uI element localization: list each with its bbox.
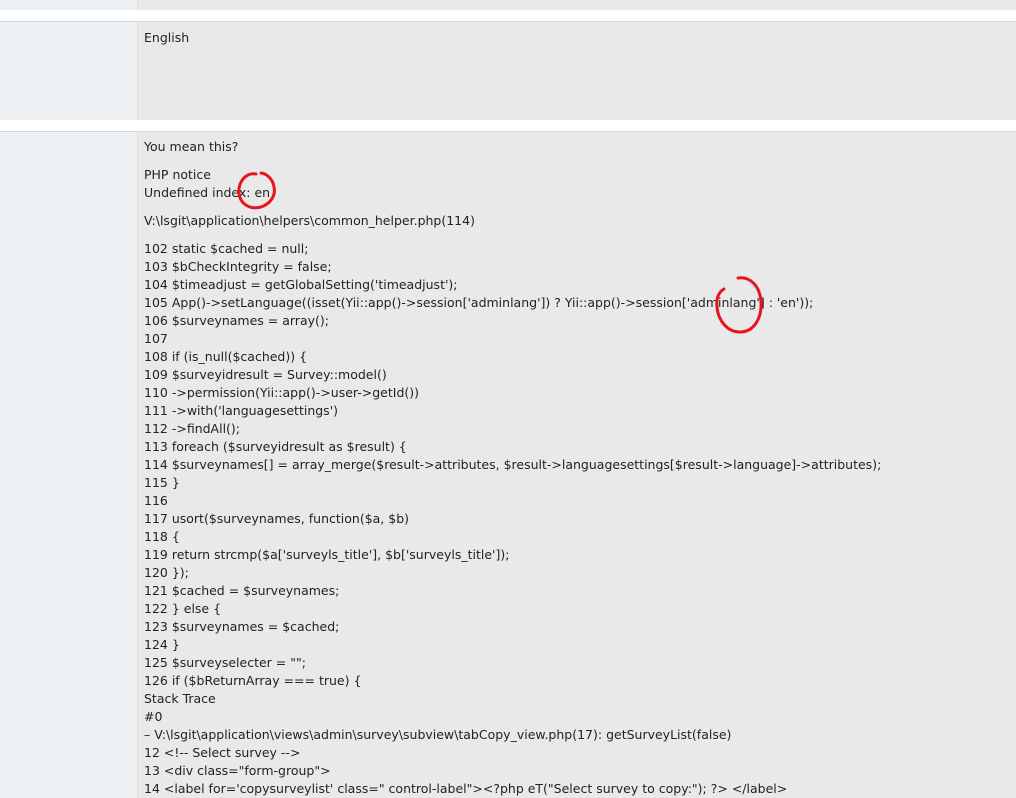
code-line: 105 App()->setLanguage((isset(Yii::app()… [144, 295, 814, 310]
code-line: 123 $surveynames = $cached; [144, 619, 340, 634]
language-post-row: English [0, 21, 1016, 120]
code-line: 108 if (is_null($cached)) { [144, 349, 308, 364]
reply-post-row: You mean this? PHP notice Undefined inde… [0, 131, 1016, 798]
previous-post-content-cell [138, 0, 1016, 10]
code-line: 112 ->findAll(); [144, 421, 241, 436]
code-line: 121 $cached = $surveynames; [144, 583, 340, 598]
code-line: 103 $bCheckIntegrity = false; [144, 259, 332, 274]
code-line: 113 foreach ($surveyidresult as $result)… [144, 439, 407, 454]
code-line: – V:\lsgit\application\views\admin\surve… [144, 727, 732, 742]
php-notice: PHP notice Undefined index: en [144, 166, 1016, 202]
code-line: 114 $surveynames[] = array_merge($result… [144, 457, 882, 472]
php-notice-title: PHP notice [144, 167, 211, 182]
code-line: 115 } [144, 475, 180, 490]
reply-post-content-cell: You mean this? PHP notice Undefined inde… [138, 132, 1016, 798]
code-line: 102 static $cached = null; [144, 241, 309, 256]
previous-post-row [0, 0, 1016, 10]
code-line: 111 ->with('languagesettings') [144, 403, 339, 418]
code-line: 106 $surveynames = array(); [144, 313, 329, 328]
code-line: 107 [144, 331, 168, 346]
code-line: 109 $surveyidresult = Survey::model() [144, 367, 387, 382]
php-notice-file-path: V:\lsgit\application\helpers\common_help… [144, 212, 1016, 230]
code-excerpt: 102 static $cached = null; 103 $bCheckInt… [144, 240, 1016, 798]
code-line: 117 usort($surveynames, function($a, $b) [144, 511, 410, 526]
reply-post-body: You mean this? PHP notice Undefined inde… [138, 132, 1016, 798]
code-line: 116 [144, 493, 168, 508]
code-line: 119 return strcmp($a['surveyls_title'], … [144, 547, 510, 562]
code-line: 126 if ($bReturnArray === true) { [144, 673, 362, 688]
language-post-author-cell [0, 22, 138, 120]
code-line: 125 $surveyselecter = ""; [144, 655, 306, 670]
code-line: 120 }); [144, 565, 189, 580]
php-notice-message: Undefined index: en [144, 185, 271, 200]
code-line: 122 } else { [144, 601, 222, 616]
file-path-text: V:\lsgit\application\helpers\common_help… [144, 213, 475, 228]
code-line: 104 $timeadjust = getGlobalSetting('time… [144, 277, 458, 292]
reply-intro: You mean this? [144, 139, 239, 154]
code-line: 14 <label for='copysurveylist' class=" c… [144, 781, 788, 796]
forum-page: English You mean this? PHP notice Undefi… [0, 0, 1016, 798]
code-line: 118 { [144, 529, 180, 544]
code-line: 12 <!-- Select survey --> [144, 745, 301, 760]
previous-post-author-cell [0, 0, 138, 10]
code-line: Stack Trace [144, 691, 216, 706]
code-line: 13 <div class="form-group"> [144, 763, 331, 778]
reply-post-author-cell [0, 132, 138, 798]
language-value: English [144, 30, 190, 45]
code-line: 110 ->permission(Yii::app()->user->getId… [144, 385, 420, 400]
code-line: #0 [144, 709, 163, 724]
language-post-content-cell: English [138, 22, 1016, 120]
code-line: 124 } [144, 637, 180, 652]
